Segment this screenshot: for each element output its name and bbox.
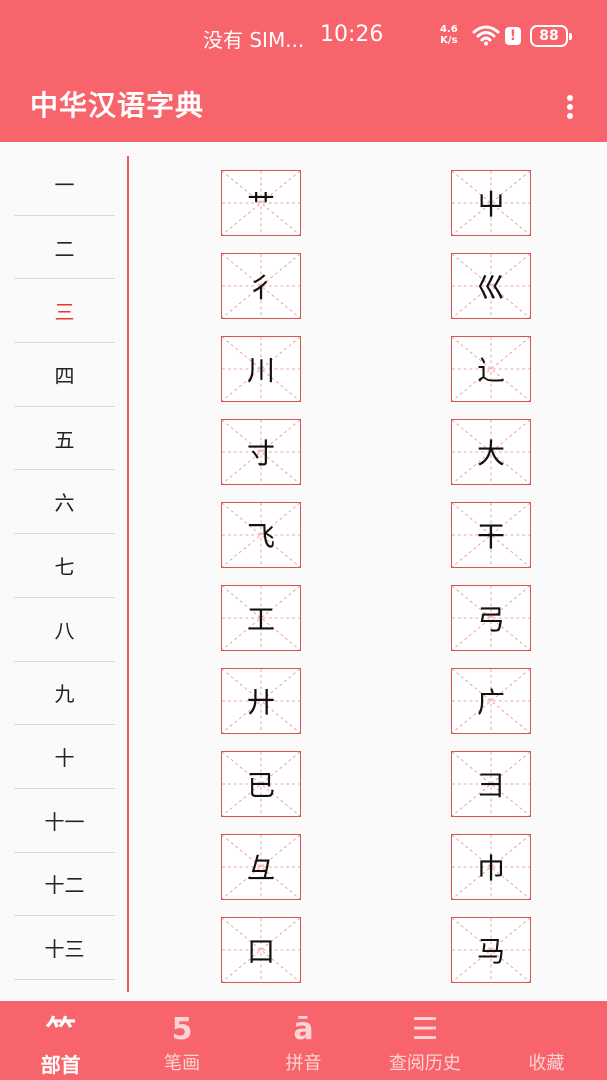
divider xyxy=(127,156,129,992)
radical-cell[interactable]: 广 xyxy=(451,668,531,734)
radical-cell[interactable]: 彑 xyxy=(221,834,301,900)
alert-icon: ! xyxy=(505,27,521,45)
nav-item[interactable]: 5 笔画 xyxy=(121,1001,242,1080)
stroke-count-item[interactable]: 四 xyxy=(14,343,115,407)
stroke-count-item[interactable]: 十二 xyxy=(14,853,115,917)
stroke-count-item[interactable]: 八 xyxy=(14,598,115,662)
radical-char: 口 xyxy=(246,935,275,968)
radical-cell[interactable]: 巾 xyxy=(451,834,531,900)
nav-item[interactable]: ā 拼音 xyxy=(243,1001,364,1080)
stroke-count-icon: 5 xyxy=(171,1011,193,1047)
stroke-count-list: 一二三四五六七八九十十一 十二 十三 xyxy=(14,152,115,980)
stroke-count-item[interactable]: 三 xyxy=(14,279,115,344)
stroke-count-item[interactable]: 六 xyxy=(14,470,115,535)
radical-char: 干 xyxy=(476,520,505,553)
network-speed: 4.6 K/s xyxy=(440,24,458,46)
radical-char: 艹 xyxy=(246,188,275,221)
stroke-count-item[interactable]: 十三 xyxy=(14,916,115,980)
clock: 10:26 xyxy=(320,22,384,47)
stroke-count-item[interactable]: 七 xyxy=(14,534,115,598)
nav-item[interactable]: ⺮部首 xyxy=(0,1001,121,1080)
status-bar: 没有 SIM... 10:26 4.6 K/s ! 88 xyxy=(0,0,607,72)
radical-cell[interactable]: 大 xyxy=(451,419,531,485)
history-icon: ☰ xyxy=(411,1011,439,1047)
nav-label: 部首 xyxy=(40,1053,81,1077)
stroke-count-item[interactable]: 九 xyxy=(14,662,115,726)
radical-char: 屮 xyxy=(476,188,505,221)
radical-char: 川 xyxy=(246,354,275,387)
wifi-icon xyxy=(472,25,500,46)
radical-cell[interactable]: 彳 xyxy=(221,253,301,319)
radical-char: 彑 xyxy=(246,852,275,885)
stroke-count-item[interactable]: 二 xyxy=(14,216,115,280)
nav-label: 笔画 xyxy=(164,1053,201,1074)
radical-cell[interactable]: 辶 xyxy=(451,336,531,402)
radical-cell[interactable]: 川 xyxy=(221,336,301,402)
radical-char: 飞 xyxy=(246,520,275,553)
radical-cell[interactable]: 艹 xyxy=(221,170,301,236)
radical-char: 弓 xyxy=(476,603,505,636)
radical-char: 广 xyxy=(476,686,505,719)
radical-icon: ⺮ xyxy=(45,1015,76,1050)
carrier-text: 没有 SIM... xyxy=(203,28,305,52)
battery-icon: 88 xyxy=(530,25,572,47)
favorite-icon xyxy=(486,1009,607,1049)
nav-label: 收藏 xyxy=(528,1053,565,1074)
radical-cell[interactable]: 口 xyxy=(221,917,301,983)
radical-char: 寸 xyxy=(246,437,275,470)
radical-char: 巛 xyxy=(476,271,505,304)
nav-item[interactable]: 收藏 xyxy=(486,1001,607,1080)
app-title: 中华汉语字典 xyxy=(30,89,205,122)
app-bar: 中华汉语字典 xyxy=(0,72,607,142)
radical-char: 廾 xyxy=(246,686,275,719)
nav-item[interactable]: ☰ 查阅历史 xyxy=(364,1001,485,1080)
radical-char: 彳 xyxy=(246,271,275,304)
radical-char: 大 xyxy=(476,437,505,470)
radical-char: 彐 xyxy=(476,769,505,802)
stroke-count-item[interactable]: 十 xyxy=(14,725,115,789)
radical-char: 工 xyxy=(246,603,275,636)
bottom-nav: ⺮部首 5 笔画 ā 拼音 ☰ 查阅历史 收藏 xyxy=(0,1001,607,1080)
nav-label: 拼音 xyxy=(285,1053,322,1074)
radical-cell[interactable]: 寸 xyxy=(221,419,301,485)
radical-char: 巾 xyxy=(476,852,505,885)
radical-cell[interactable]: 马 xyxy=(451,917,531,983)
more-options-icon[interactable] xyxy=(560,90,580,124)
stroke-count-item[interactable]: 十一 xyxy=(14,789,115,853)
radical-char: 已 xyxy=(246,769,275,802)
radical-cell[interactable]: 飞 xyxy=(221,502,301,568)
stroke-count-item[interactable]: 五 xyxy=(14,407,115,471)
radical-cell[interactable]: 廾 xyxy=(221,668,301,734)
radical-cell[interactable]: 干 xyxy=(451,502,531,568)
radical-cell[interactable]: 弓 xyxy=(451,585,531,651)
radical-cell[interactable]: 工 xyxy=(221,585,301,651)
nav-label: 查阅历史 xyxy=(388,1053,461,1074)
pinyin-icon: ā xyxy=(293,1011,314,1047)
radical-cell[interactable]: 彐 xyxy=(451,751,531,817)
radical-cell[interactable]: 已 xyxy=(221,751,301,817)
stroke-count-item[interactable]: 一 xyxy=(14,152,115,216)
radical-char: 辶 xyxy=(476,354,505,387)
radical-cell[interactable]: 巛 xyxy=(451,253,531,319)
radical-cell[interactable]: 屮 xyxy=(451,170,531,236)
radical-char: 马 xyxy=(476,935,505,968)
